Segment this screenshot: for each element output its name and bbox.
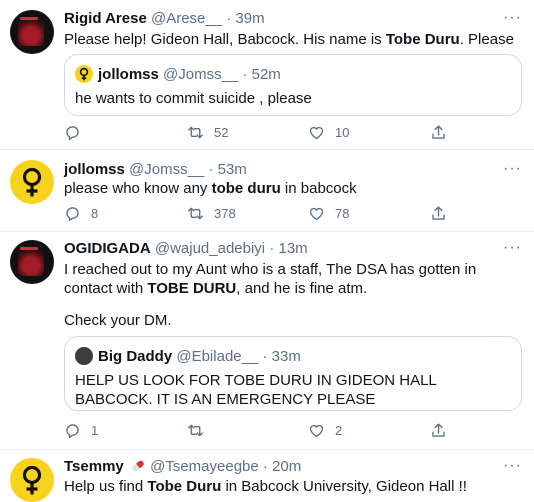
like-count: 78 xyxy=(335,205,350,221)
author-handle[interactable]: @wajud_adebiyi xyxy=(155,240,265,257)
reply-count: 8 xyxy=(91,205,99,221)
tweet-card[interactable]: Tsemmy @Tsemayeegbe · 20m ··· Help us fi… xyxy=(0,450,534,502)
quoted-tweet[interactable]: Big Daddy @Ebilade__ · 33m HELP US LOOK … xyxy=(64,336,522,411)
retweet-icon xyxy=(188,207,203,219)
tweet-time[interactable]: · 53m xyxy=(208,161,246,178)
more-icon[interactable]: ··· xyxy=(503,240,522,256)
like-button[interactable]: 2 xyxy=(308,420,342,440)
quoted-tweet-text: HELP US LOOK FOR TOBE DURU IN GIDEON HAL… xyxy=(75,372,437,408)
avatar[interactable] xyxy=(10,458,54,502)
quoted-tweet-header: Big Daddy @Ebilade__ · 33m xyxy=(75,347,301,366)
like-count: 2 xyxy=(335,422,343,438)
heart-icon xyxy=(309,207,324,220)
tweet-text: Please help! Gideon Hall, Babcock. His n… xyxy=(64,31,514,48)
tweet-header: Rigid Arese @Arese__ · 39m xyxy=(64,10,265,28)
tweet-text: Help us find Tobe Duru in Babcock Univer… xyxy=(64,478,467,495)
reply-button[interactable]: 8 xyxy=(64,203,98,223)
share-button[interactable] xyxy=(430,122,447,142)
female-symbol-icon xyxy=(22,465,42,495)
author-name[interactable]: Rigid Arese xyxy=(64,10,147,27)
reply-icon xyxy=(66,125,79,140)
quoted-author-name: jollomss xyxy=(98,66,159,83)
quoted-author-handle: @Ebilade__ xyxy=(176,348,259,365)
tweet-time[interactable]: · 39m xyxy=(226,10,264,27)
tweet-time[interactable]: · 20m xyxy=(263,458,301,475)
tweet-card[interactable]: Rigid Arese @Arese__ · 39m ··· Please he… xyxy=(0,0,534,150)
author-handle[interactable]: @Tsemayeegbe xyxy=(150,458,259,475)
share-button[interactable] xyxy=(430,420,447,440)
reply-button[interactable]: 1 xyxy=(64,420,98,440)
share-button[interactable] xyxy=(430,203,447,223)
author-name[interactable]: jollomss xyxy=(64,161,125,178)
share-icon xyxy=(432,422,445,437)
tweet-header: jollomss @Jomss__ · 53m xyxy=(64,161,247,179)
pill-emoji-icon xyxy=(132,460,144,472)
quoted-avatar xyxy=(75,347,93,365)
quoted-tweet-time: · 33m xyxy=(262,348,301,365)
tweet-time[interactable]: · 13m xyxy=(269,240,307,257)
tweet-header: Tsemmy @Tsemayeegbe · 20m xyxy=(64,458,301,476)
retweet-count: 52 xyxy=(214,124,229,140)
tweet-text-paragraph: Check your DM. xyxy=(64,312,172,329)
heart-icon xyxy=(309,424,324,437)
author-name[interactable]: Tsemmy xyxy=(64,458,124,475)
reply-count: 1 xyxy=(91,422,99,438)
tweet-actions: 1 2 xyxy=(64,420,494,440)
quoted-author-name: Big Daddy xyxy=(98,348,173,365)
reply-icon xyxy=(66,423,79,438)
avatar[interactable] xyxy=(10,160,54,204)
avatar[interactable] xyxy=(10,240,54,284)
retweet-icon xyxy=(188,424,203,436)
retweet-icon xyxy=(188,126,203,138)
share-icon xyxy=(432,124,445,139)
tweet-text: I reached out to my Aunt who is a staff,… xyxy=(64,261,477,297)
reply-button[interactable] xyxy=(64,122,91,142)
share-icon xyxy=(432,205,445,220)
like-button[interactable]: 10 xyxy=(308,122,349,142)
female-symbol-icon xyxy=(22,167,42,197)
quoted-tweet-time: · 52m xyxy=(242,66,281,83)
like-button[interactable]: 78 xyxy=(308,203,349,223)
tweet-card[interactable]: jollomss @Jomss__ · 53m ··· please who k… xyxy=(0,150,534,232)
tweet-text: please who know any tobe duru in babcock xyxy=(64,180,357,197)
quoted-tweet-header: jollomss @Jomss__ · 52m xyxy=(75,65,281,84)
more-icon[interactable]: ··· xyxy=(503,161,522,177)
author-handle[interactable]: @Arese__ xyxy=(151,10,222,27)
retweet-button[interactable]: 378 xyxy=(187,203,236,223)
more-icon[interactable]: ··· xyxy=(503,10,522,26)
heart-icon xyxy=(309,126,324,139)
author-name[interactable]: OGIDIGADA xyxy=(64,240,151,257)
like-count: 10 xyxy=(335,124,350,140)
retweet-button[interactable]: 52 xyxy=(187,122,228,142)
avatar[interactable] xyxy=(10,10,54,54)
quoted-avatar xyxy=(75,65,93,83)
retweet-count: 378 xyxy=(214,205,236,221)
reply-icon xyxy=(66,206,79,221)
quoted-tweet[interactable]: jollomss @Jomss__ · 52m he wants to comm… xyxy=(64,54,522,116)
quoted-author-handle: @Jomss__ xyxy=(163,66,239,83)
retweet-button[interactable] xyxy=(187,420,214,440)
tweet-actions: 8 378 78 xyxy=(64,203,494,223)
author-handle[interactable]: @Jomss__ xyxy=(129,161,204,178)
quoted-tweet-text: he wants to commit suicide , please xyxy=(75,90,312,107)
tweet-actions: 52 10 xyxy=(64,122,494,142)
tweet-card[interactable]: OGIDIGADA @wajud_adebiyi · 13m ··· I rea… xyxy=(0,232,534,450)
tweet-header: OGIDIGADA @wajud_adebiyi · 13m xyxy=(64,240,308,258)
more-icon[interactable]: ··· xyxy=(503,458,522,474)
